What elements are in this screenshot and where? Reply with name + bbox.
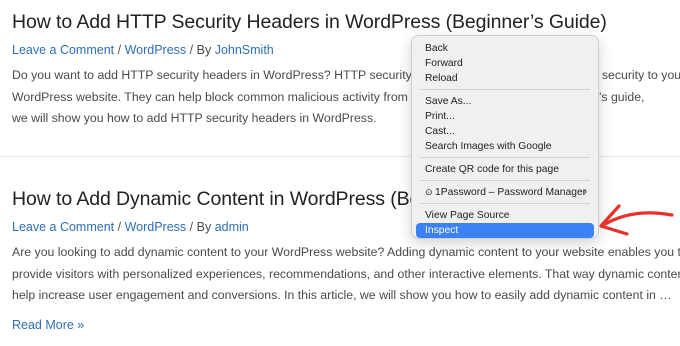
annotation-arrow-icon — [599, 204, 674, 236]
